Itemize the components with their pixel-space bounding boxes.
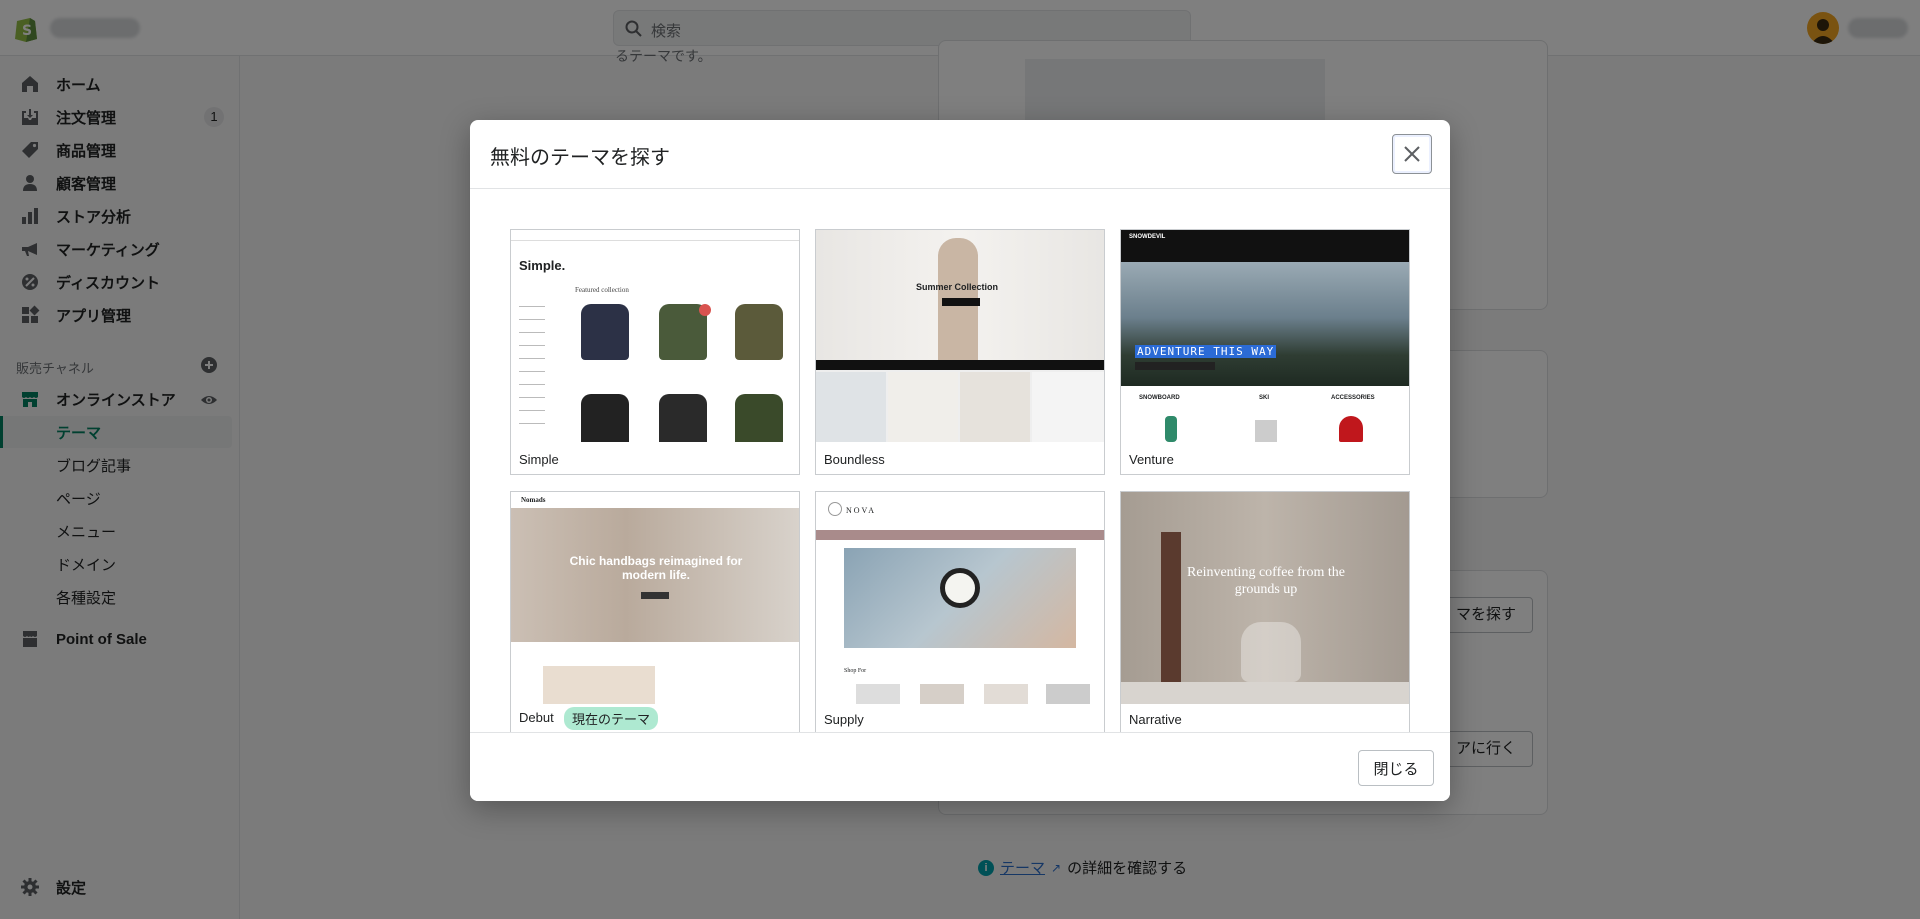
product-image xyxy=(543,666,655,704)
theme-card-boundless[interactable]: Summer Collection Boundless xyxy=(815,229,1105,475)
theme-thumbnail: Nomads Chic handbags reimagined for mode… xyxy=(511,492,799,704)
theme-thumbnail: NOVA Shop For xyxy=(816,492,1104,704)
modal-header: 無料のテーマを探す xyxy=(470,120,1450,189)
thumb-divider xyxy=(511,240,799,241)
product-image xyxy=(659,394,707,442)
theme-card-debut[interactable]: Nomads Chic handbags reimagined for mode… xyxy=(510,491,800,732)
product-image xyxy=(960,372,1030,442)
modal-title: 無料のテーマを探す xyxy=(490,147,670,169)
supply-shop-label: Shop For xyxy=(844,668,867,674)
boundless-heading: Summer Collection xyxy=(916,282,999,292)
product-image xyxy=(581,394,629,442)
shop-now-button xyxy=(942,298,980,306)
venture-brand: SNOWDEVIL xyxy=(1129,234,1166,240)
modal-close-button[interactable] xyxy=(1392,134,1432,174)
theme-thumbnail: Simple. Featured collection xyxy=(511,230,799,442)
product-image xyxy=(1255,420,1277,442)
theme-name: Venture xyxy=(1129,452,1174,467)
theme-name: Debut xyxy=(519,710,554,725)
venture-heading: ADVENTURE THIS WAY xyxy=(1135,345,1277,358)
venture-category: ACCESSORIES xyxy=(1331,395,1375,401)
theme-thumbnail: SNOWDEVIL ADVENTURE THIS WAY SNOWBOARD S… xyxy=(1121,230,1409,442)
supply-brand: NOVA xyxy=(846,506,877,515)
current-theme-badge: 現在のテーマ xyxy=(564,707,659,730)
shop-button xyxy=(1135,362,1215,370)
theme-thumbnail: Summer Collection xyxy=(816,230,1104,442)
theme-name: Boundless xyxy=(824,452,885,467)
coffee-pot-image xyxy=(1241,622,1301,682)
simple-featured: Featured collection xyxy=(575,286,629,294)
product-image xyxy=(816,372,886,442)
theme-thumbnail: Reinventing coffee from the grounds up xyxy=(1121,492,1409,704)
product-image xyxy=(984,684,1028,704)
product-image xyxy=(856,684,900,704)
debut-heading: Chic handbags reimagined for modern life… xyxy=(569,554,743,582)
supply-nav xyxy=(816,530,1104,540)
theme-name: Narrative xyxy=(1129,712,1182,727)
theme-grid: Simple. Featured collection Simple Summe… xyxy=(470,189,1450,732)
narrative-heading: Reinventing coffee from the grounds up xyxy=(1187,565,1345,597)
modal-footer: 閉じる xyxy=(470,732,1450,801)
theme-card-simple[interactable]: Simple. Featured collection Simple xyxy=(510,229,800,475)
theme-name: Supply xyxy=(824,712,864,727)
nova-logo-icon xyxy=(828,502,842,516)
theme-card-narrative[interactable]: Reinventing coffee from the grounds up N… xyxy=(1120,491,1410,732)
product-image xyxy=(888,372,958,442)
theme-name: Simple xyxy=(519,452,559,467)
product-image xyxy=(581,304,629,360)
simple-heading: Simple. xyxy=(519,258,566,273)
watch-image xyxy=(940,568,980,608)
coffee-maker-image xyxy=(1161,532,1181,682)
product-image xyxy=(1165,416,1177,442)
close-icon xyxy=(1404,146,1420,162)
product-image xyxy=(920,684,964,704)
product-image xyxy=(735,394,783,442)
explore-free-themes-modal: 無料のテーマを探す Simple. Featured collection Si… xyxy=(470,120,1450,801)
close-button[interactable]: 閉じる xyxy=(1358,750,1434,786)
venture-category: SKI xyxy=(1259,395,1270,401)
theme-card-supply[interactable]: NOVA Shop For Supply xyxy=(815,491,1105,732)
sale-badge xyxy=(699,304,711,316)
product-image xyxy=(1046,684,1090,704)
theme-card-venture[interactable]: SNOWDEVIL ADVENTURE THIS WAY SNOWBOARD S… xyxy=(1120,229,1410,475)
product-image xyxy=(1339,416,1363,442)
simple-sidebar-links xyxy=(519,294,545,434)
boundless-nav xyxy=(816,360,1104,370)
shop-button xyxy=(641,592,669,599)
venture-category: SNOWBOARD xyxy=(1139,395,1180,401)
product-image xyxy=(735,304,783,360)
product-image xyxy=(1032,372,1104,442)
debut-brand: Nomads xyxy=(521,496,546,504)
